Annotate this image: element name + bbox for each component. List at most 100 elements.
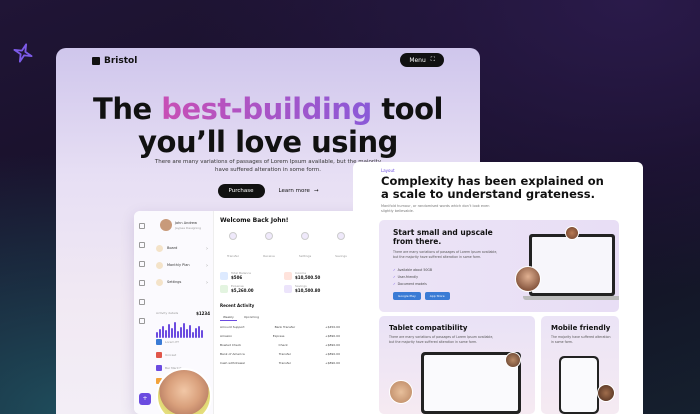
stat-value: $5,260.00 bbox=[231, 288, 254, 293]
piggy-bank-icon bbox=[337, 232, 345, 240]
stat-value: $10,500.50 bbox=[295, 275, 321, 280]
table-row[interactable]: Cash withdrawal Transfer +$890.00 bbox=[220, 361, 340, 365]
laptop-mockup bbox=[529, 234, 615, 296]
row-amount: +$890.00 bbox=[325, 352, 340, 356]
menu-label: Menu bbox=[409, 56, 426, 64]
profile[interactable]: John Andrew Jaypee Designing bbox=[160, 219, 201, 231]
chevron-right-icon: › bbox=[206, 245, 208, 252]
laptop-base bbox=[523, 296, 619, 300]
stat-savings: Savings $10,500.80 bbox=[284, 284, 338, 293]
brand-logo[interactable]: Bristol bbox=[92, 56, 137, 66]
sidebar-menu: Board › Monthly Plan › Settings › bbox=[156, 245, 208, 286]
tab-weekly[interactable]: Weekly bbox=[220, 314, 237, 321]
mobile-description: The majority have suffered alteration in… bbox=[551, 335, 611, 344]
wallet-icon[interactable] bbox=[139, 280, 145, 286]
sidebar-item-settings[interactable]: Settings › bbox=[156, 279, 208, 286]
transaction-icon bbox=[156, 339, 162, 345]
quick-action-label: Transfer bbox=[226, 254, 240, 258]
row-amount: +$450.00 bbox=[325, 325, 340, 329]
settings-menu-icon bbox=[156, 279, 163, 286]
menu-button[interactable]: Menu ⛶ bbox=[400, 53, 444, 67]
table-row[interactable]: Amazon Express +$890.00 bbox=[220, 334, 340, 338]
add-button[interactable]: + bbox=[139, 393, 151, 405]
table-row[interactable]: Amount Support Bank Transfer +$450.00 bbox=[220, 325, 340, 329]
arrow-right-icon: → bbox=[313, 188, 319, 194]
activity-bar bbox=[183, 323, 185, 338]
logo-icon bbox=[92, 57, 100, 65]
list-item: ✓ Document models bbox=[393, 282, 432, 286]
user-portrait bbox=[389, 380, 413, 404]
stat-income: Income $10,500.50 bbox=[284, 271, 338, 280]
list-item[interactable]: Unicast bbox=[156, 352, 208, 358]
row-name: Amount Support bbox=[220, 325, 245, 329]
transaction-label: Lorem PT bbox=[165, 340, 179, 344]
activity-bar bbox=[171, 328, 173, 338]
user-portrait bbox=[515, 266, 541, 292]
list-item: ✓ User-friendly bbox=[393, 275, 432, 279]
settings-icon[interactable] bbox=[139, 318, 145, 324]
stat-value: $10,500.80 bbox=[295, 288, 321, 293]
tablet-description: There are many variations of passages of… bbox=[389, 335, 494, 344]
check-icon: ✓ bbox=[393, 282, 396, 286]
quick-action-settings[interactable]: Settings bbox=[292, 232, 318, 261]
sidebar-item-label: Board bbox=[167, 246, 178, 250]
headline-line2: you’ll love using bbox=[138, 125, 398, 159]
tablet-screen bbox=[424, 355, 518, 411]
app-store-button[interactable]: App Store bbox=[424, 292, 450, 300]
purchase-button[interactable]: Purchase bbox=[217, 184, 265, 198]
phone-screen bbox=[561, 358, 597, 412]
learn-more-label: Learn more bbox=[278, 188, 310, 194]
row-method: Check bbox=[278, 343, 288, 347]
check-icon: ✓ bbox=[393, 268, 396, 272]
chevron-right-icon: › bbox=[206, 279, 208, 286]
plan-icon bbox=[156, 262, 163, 269]
row-method: Transfer bbox=[278, 352, 291, 356]
sidebar-item-board[interactable]: Board › bbox=[156, 245, 208, 252]
table-row[interactable]: Bank of America Transfer +$890.00 bbox=[220, 352, 340, 356]
table-row[interactable]: Bowled Check Check +$890.00 bbox=[220, 343, 340, 347]
avatar bbox=[160, 219, 172, 231]
check-label: Available about 50GB bbox=[397, 268, 433, 272]
sidebar-item-label: Monthly Plan bbox=[167, 263, 190, 267]
row-method: Express bbox=[272, 334, 285, 338]
chevron-right-icon: › bbox=[206, 262, 208, 269]
activity-bars bbox=[156, 322, 210, 338]
quick-action-receive[interactable]: Receive bbox=[256, 232, 282, 261]
learn-more-link[interactable]: Learn more → bbox=[279, 188, 319, 194]
quick-action-label: Settings bbox=[298, 254, 312, 258]
google-play-button[interactable]: Google Play bbox=[393, 292, 421, 300]
quick-action-savings[interactable]: Savings bbox=[328, 232, 354, 261]
sidebar-item-monthly-plan[interactable]: Monthly Plan › bbox=[156, 262, 208, 269]
expand-icon: ⛶ bbox=[430, 56, 435, 63]
mobile-card: Mobile friendly The majority have suffer… bbox=[541, 316, 619, 414]
stat-icon bbox=[284, 284, 292, 293]
row-name: Bowled Check bbox=[220, 343, 242, 347]
stat-value: $506 bbox=[231, 275, 243, 280]
list-item[interactable]: Lorem PT bbox=[156, 339, 208, 345]
headline-start: The bbox=[93, 92, 162, 126]
receive-icon bbox=[265, 232, 273, 240]
row-amount: +$890.00 bbox=[325, 334, 340, 338]
activity-bar bbox=[162, 326, 164, 338]
activity-bar bbox=[180, 327, 182, 338]
calendar-icon[interactable] bbox=[139, 261, 145, 267]
hero-headline: The best-building tool you’ll love using bbox=[56, 93, 480, 159]
quick-action-label: Receive bbox=[263, 254, 275, 258]
activity-bar bbox=[168, 324, 170, 338]
stat-total-balance: Total Balance $506 bbox=[220, 271, 274, 280]
tab-upcoming[interactable]: Upcoming bbox=[241, 314, 262, 321]
quick-action-transfer[interactable]: Transfer bbox=[220, 232, 246, 261]
home-icon[interactable] bbox=[139, 223, 145, 229]
folder-icon[interactable] bbox=[139, 299, 145, 305]
feature-description: There are many variations of passages of… bbox=[393, 250, 498, 259]
chart-icon[interactable] bbox=[139, 242, 145, 248]
layout-subtitle: Manifold humour, or randomised words whi… bbox=[381, 204, 490, 213]
check-label: User-friendly bbox=[397, 275, 418, 279]
activity-bar bbox=[174, 322, 176, 338]
stat-icon bbox=[284, 271, 292, 280]
feature-card: Start small and upscale from there. Ther… bbox=[379, 220, 619, 312]
board-icon bbox=[156, 245, 163, 252]
row-name: Cash withdrawal bbox=[220, 361, 245, 365]
row-amount: +$890.00 bbox=[325, 343, 340, 347]
layout-title: Complexity has been explained on a scale… bbox=[381, 174, 604, 201]
